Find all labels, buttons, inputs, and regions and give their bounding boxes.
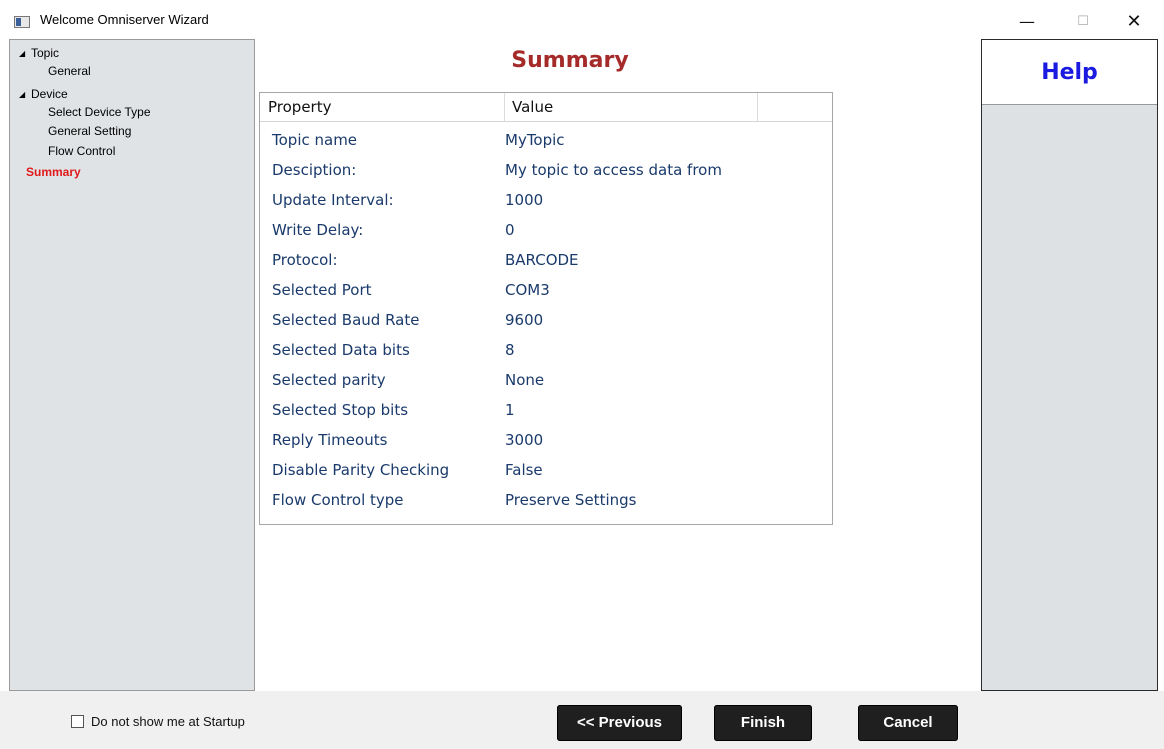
maximize-button[interactable]: ☐ bbox=[1073, 12, 1093, 32]
wizard-navigation-tree: ◢ Topic General ◢ Device Select Device Typ… bbox=[9, 39, 255, 691]
property-cell: Selected Port bbox=[272, 281, 372, 299]
table-row: Selected Stop bits 1 bbox=[260, 395, 832, 425]
tree-item-general[interactable]: General bbox=[10, 64, 91, 79]
cancel-button[interactable]: Cancel bbox=[858, 705, 958, 741]
column-header-value[interactable]: Value bbox=[512, 98, 553, 116]
app-icon bbox=[14, 16, 30, 28]
page-title: Summary bbox=[511, 48, 629, 73]
title-bar: Welcome Omniserver Wizard — ☐ ✕ bbox=[0, 0, 1164, 38]
property-cell: Update Interval: bbox=[272, 191, 394, 209]
value-cell: 9600 bbox=[505, 311, 544, 329]
table-row: Flow Control type Preserve Settings bbox=[260, 485, 832, 515]
property-cell: Selected Stop bits bbox=[272, 401, 409, 419]
tree-item-summary[interactable]: Summary bbox=[10, 165, 81, 180]
table-header: Property Value bbox=[260, 93, 832, 122]
help-panel: Help bbox=[981, 39, 1158, 691]
table-row: Selected Baud Rate 9600 bbox=[260, 305, 832, 335]
property-cell: Reply Timeouts bbox=[272, 431, 388, 449]
tree-item-select-device-type[interactable]: Select Device Type bbox=[10, 105, 151, 120]
table-row: Topic name MyTopic bbox=[260, 125, 832, 155]
tree-item-flow-control[interactable]: Flow Control bbox=[10, 144, 115, 159]
expanded-arrow-icon[interactable]: ◢ bbox=[19, 87, 29, 102]
help-title: Help bbox=[1041, 60, 1098, 85]
value-cell: BARCODE bbox=[505, 251, 579, 269]
column-header-property[interactable]: Property bbox=[268, 98, 331, 116]
window-title: Welcome Omniserver Wizard bbox=[40, 12, 209, 27]
help-header: Help bbox=[982, 40, 1157, 105]
tree-item-topic[interactable]: ◢ Topic bbox=[10, 46, 59, 61]
previous-button[interactable]: << Previous bbox=[557, 705, 682, 741]
column-divider bbox=[504, 93, 505, 121]
value-cell: 0 bbox=[505, 221, 515, 239]
table-row: Selected parity None bbox=[260, 365, 832, 395]
value-cell: My topic to access data from bbox=[505, 161, 722, 179]
table-row: Protocol: BARCODE bbox=[260, 245, 832, 275]
value-cell: 3000 bbox=[505, 431, 544, 449]
value-cell: COM3 bbox=[505, 281, 550, 299]
property-cell: Disable Parity Checking bbox=[272, 461, 450, 479]
finish-button[interactable]: Finish bbox=[714, 705, 812, 741]
startup-checkbox-label[interactable]: Do not show me at Startup bbox=[91, 714, 245, 729]
startup-checkbox[interactable] bbox=[71, 715, 84, 728]
table-row: Reply Timeouts 3000 bbox=[260, 425, 832, 455]
value-cell: Preserve Settings bbox=[505, 491, 637, 509]
property-cell: Write Delay: bbox=[272, 221, 364, 239]
tree-item-device[interactable]: ◢ Device bbox=[10, 87, 68, 102]
tree-item-general-setting[interactable]: General Setting bbox=[10, 124, 131, 139]
property-cell: Selected parity bbox=[272, 371, 386, 389]
property-cell: Selected Data bits bbox=[272, 341, 410, 359]
table-row: Write Delay: 0 bbox=[260, 215, 832, 245]
close-button[interactable]: ✕ bbox=[1124, 12, 1144, 32]
column-divider bbox=[757, 93, 758, 121]
summary-table: Property Value Topic name MyTopic Descip… bbox=[259, 92, 833, 525]
value-cell: 8 bbox=[505, 341, 515, 359]
value-cell: MyTopic bbox=[505, 131, 565, 149]
wizard-footer: Do not show me at Startup << Previous Fi… bbox=[0, 691, 1164, 749]
tree-item-device-label: Device bbox=[31, 87, 68, 101]
property-cell: Protocol: bbox=[272, 251, 338, 269]
table-row: Update Interval: 1000 bbox=[260, 185, 832, 215]
table-row: Disable Parity Checking False bbox=[260, 455, 832, 485]
tree-item-topic-label: Topic bbox=[31, 46, 60, 60]
property-cell: Selected Baud Rate bbox=[272, 311, 420, 329]
table-row: Desciption: My topic to access data from bbox=[260, 155, 832, 185]
table-row: Selected Data bits 8 bbox=[260, 335, 832, 365]
property-cell: Desciption: bbox=[272, 161, 357, 179]
value-cell: False bbox=[505, 461, 543, 479]
property-cell: Topic name bbox=[272, 131, 358, 149]
expanded-arrow-icon[interactable]: ◢ bbox=[19, 46, 29, 61]
value-cell: None bbox=[505, 371, 545, 389]
minimize-button[interactable]: — bbox=[1017, 12, 1037, 32]
value-cell: 1 bbox=[505, 401, 515, 419]
property-cell: Flow Control type bbox=[272, 491, 404, 509]
table-row: Selected Port COM3 bbox=[260, 275, 832, 305]
value-cell: 1000 bbox=[505, 191, 544, 209]
